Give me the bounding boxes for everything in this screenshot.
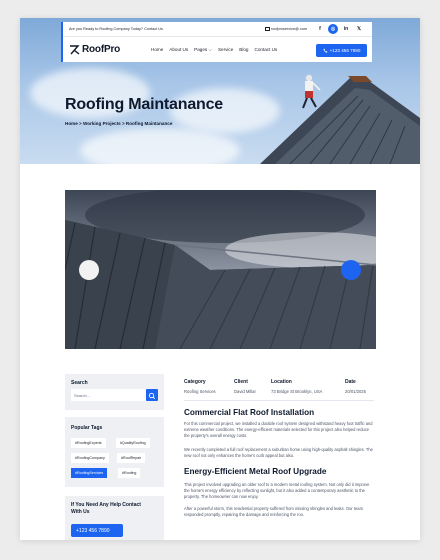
nav-blog[interactable]: Blog (239, 47, 248, 52)
info-date: Date 20/01/2025 (345, 379, 366, 394)
tags-title: Popular Tags (71, 425, 103, 431)
search-widget: Search Search... (65, 374, 164, 410)
search-title: Search (71, 380, 88, 386)
info-location: Location 73 Bridge St Brooklyn, USA (271, 379, 322, 394)
section-paragraph: This project involved upgrading an older… (184, 482, 370, 499)
help-widget: If You Need Any Help Contact With Us +12… (65, 496, 164, 540)
search-input[interactable]: Search... (71, 389, 146, 401)
section-heading: Commercial Flat Roof Installation (184, 408, 315, 417)
hero-banner: Are you Ready to Roofing Company Today? … (20, 18, 420, 164)
info-value: 73 Bridge St Brooklyn, USA (271, 389, 323, 394)
help-call-button[interactable]: +123 456 7890 (71, 524, 123, 537)
tag-item[interactable]: #Roofing (118, 468, 141, 478)
roofer-figure (302, 74, 321, 109)
site-header: Are you Ready to Roofing Company Today? … (61, 22, 372, 62)
gallery-prev-button[interactable] (79, 260, 99, 280)
section-heading: Energy-Efficient Metal Roof Upgrade (184, 467, 327, 476)
search-button[interactable] (146, 389, 158, 401)
nav-home[interactable]: Home (151, 47, 163, 52)
help-call-label: +123 456 7890 (76, 528, 110, 534)
social-links: f ◎ in 𝕏 (315, 24, 364, 34)
roof-logo-icon (70, 44, 80, 55)
popular-tags-widget: Popular Tags #RoofingExperts #QualityRoo… (65, 417, 164, 487)
info-value: David Millar (234, 389, 256, 394)
nav-pages[interactable]: Pages ⌵ (194, 47, 212, 52)
tag-item-active[interactable]: #RoofingServices (71, 468, 108, 478)
tag-item[interactable]: #RoofingExperts (71, 438, 106, 448)
info-category: Category Roofing Services (184, 379, 216, 394)
page: Are you Ready to Roofing Company Today? … (20, 18, 420, 540)
info-value: 20/01/2025 (345, 389, 366, 394)
nav-about[interactable]: About Us (169, 47, 188, 52)
info-label: Location (271, 379, 292, 385)
top-bar-promo[interactable]: Are you Ready to Roofing Company Today? … (69, 27, 163, 31)
call-button[interactable]: +123 456 7890 (316, 44, 367, 57)
top-bar-email[interactable]: roofproservice@.com (265, 27, 307, 31)
instagram-icon[interactable]: ◎ (328, 24, 338, 34)
logo[interactable]: RoofPro (69, 44, 120, 55)
tag-item[interactable]: #RoofingCompany (71, 453, 109, 463)
email-text: roofproservice@.com (271, 27, 308, 32)
info-value: Roofing Services (184, 389, 216, 394)
metal-roof-photo (65, 190, 376, 349)
search-icon (148, 392, 156, 400)
info-label: Date (345, 379, 356, 385)
section-paragraph: After a powerful storm, this residential… (184, 506, 363, 517)
nav-contact[interactable]: Contact Us (255, 47, 278, 52)
section-paragraph: We recently completed a full roof replac… (184, 447, 373, 458)
logo-text: RoofPro (82, 44, 121, 55)
tag-item[interactable]: #RoofRepair (117, 453, 146, 463)
tag-item[interactable]: #QualityRoofing (116, 438, 150, 448)
main-nav-row: RoofPro Home About Us Pages ⌵ Service Bl… (63, 38, 372, 62)
section-paragraph: For this commercial project, we installe… (184, 421, 373, 438)
top-bar: Are you Ready to Roofing Company Today? … (63, 22, 372, 37)
breadcrumb[interactable]: Home > Working Projects > Roofing Mainta… (65, 121, 172, 126)
info-divider (184, 400, 374, 401)
facebook-icon[interactable]: f (315, 24, 325, 34)
info-client: Client David Millar (234, 379, 256, 394)
info-label: Client (234, 379, 248, 385)
project-gallery (65, 190, 376, 349)
phone-icon (323, 48, 328, 53)
help-title: If You Need Any Help Contact With Us (71, 502, 141, 515)
x-icon[interactable]: 𝕏 (354, 24, 364, 34)
info-label: Category (184, 379, 206, 385)
mail-icon (265, 27, 270, 31)
gallery-next-button[interactable] (341, 260, 361, 280)
page-title: Roofing Maintanance (65, 96, 223, 113)
main-nav: Home About Us Pages ⌵ Service Blog Conta… (151, 47, 277, 52)
call-button-label: +123 456 7890 (329, 48, 361, 53)
linkedin-icon[interactable]: in (341, 24, 351, 34)
nav-service[interactable]: Service (218, 47, 233, 52)
